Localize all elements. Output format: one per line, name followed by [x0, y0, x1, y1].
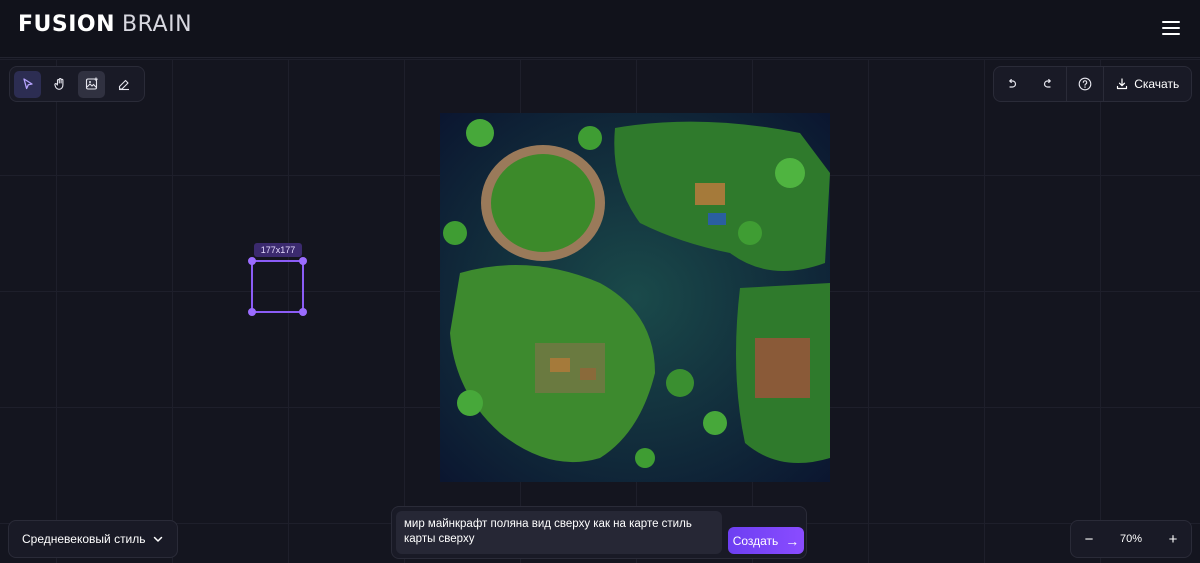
resize-handle-top-left[interactable] [248, 257, 256, 265]
logo[interactable]: FUSION BRAIN [18, 12, 192, 37]
zoom-control: − 70% + [1070, 520, 1192, 558]
prompt-panel: мир майнкрафт поляна вид сверху как на к… [391, 506, 807, 559]
resize-handle-bottom-right[interactable] [299, 308, 307, 316]
style-dropdown-value: Средневековый стиль [22, 532, 146, 546]
undo-icon [1009, 79, 1016, 88]
download-icon [1117, 78, 1128, 90]
redo-icon [1043, 79, 1051, 88]
eraser-tool-button[interactable] [110, 71, 137, 98]
logo-fusion: FUSION [18, 12, 116, 37]
action-panel: Скачать [993, 66, 1192, 102]
resize-handle-top-right[interactable] [299, 257, 307, 265]
selection-frame[interactable] [248, 257, 307, 316]
pointer-icon [22, 78, 33, 90]
image-add-tool-button[interactable] [78, 70, 105, 98]
selection-size-label: 177x177 [254, 243, 302, 257]
download-label: Скачать [1134, 77, 1180, 91]
redo-button[interactable] [1030, 67, 1066, 101]
top-header: FUSION BRAIN [0, 0, 1200, 58]
resize-handle-bottom-left[interactable] [248, 308, 256, 316]
generated-map-image [440, 113, 830, 482]
help-button[interactable] [1067, 67, 1104, 101]
prompt-input[interactable]: мир майнкрафт поляна вид сверху как на к… [396, 511, 722, 554]
hand-icon [53, 78, 63, 90]
image-add-icon [85, 77, 98, 90]
zoom-out-button[interactable]: − [1081, 531, 1097, 548]
pointer-tool-button[interactable] [14, 70, 41, 98]
arrow-right-icon: → [785, 532, 800, 549]
zoom-value: 70% [1119, 533, 1143, 545]
logo-brain: BRAIN [122, 12, 193, 37]
tool-panel [9, 66, 145, 102]
generated-image[interactable] [440, 113, 830, 482]
create-button-label: Создать [732, 533, 779, 548]
style-dropdown[interactable]: Средневековый стиль [8, 520, 178, 558]
help-icon [1078, 77, 1092, 91]
hand-tool-button[interactable] [46, 71, 73, 98]
create-button[interactable]: Создать → [728, 527, 804, 554]
eraser-icon [118, 79, 129, 91]
download-button[interactable]: Скачать [1104, 67, 1191, 101]
undo-button[interactable] [994, 67, 1030, 101]
hamburger-menu-icon[interactable] [1162, 20, 1180, 36]
chevron-down-icon [153, 536, 163, 542]
zoom-in-button[interactable]: + [1165, 531, 1181, 548]
